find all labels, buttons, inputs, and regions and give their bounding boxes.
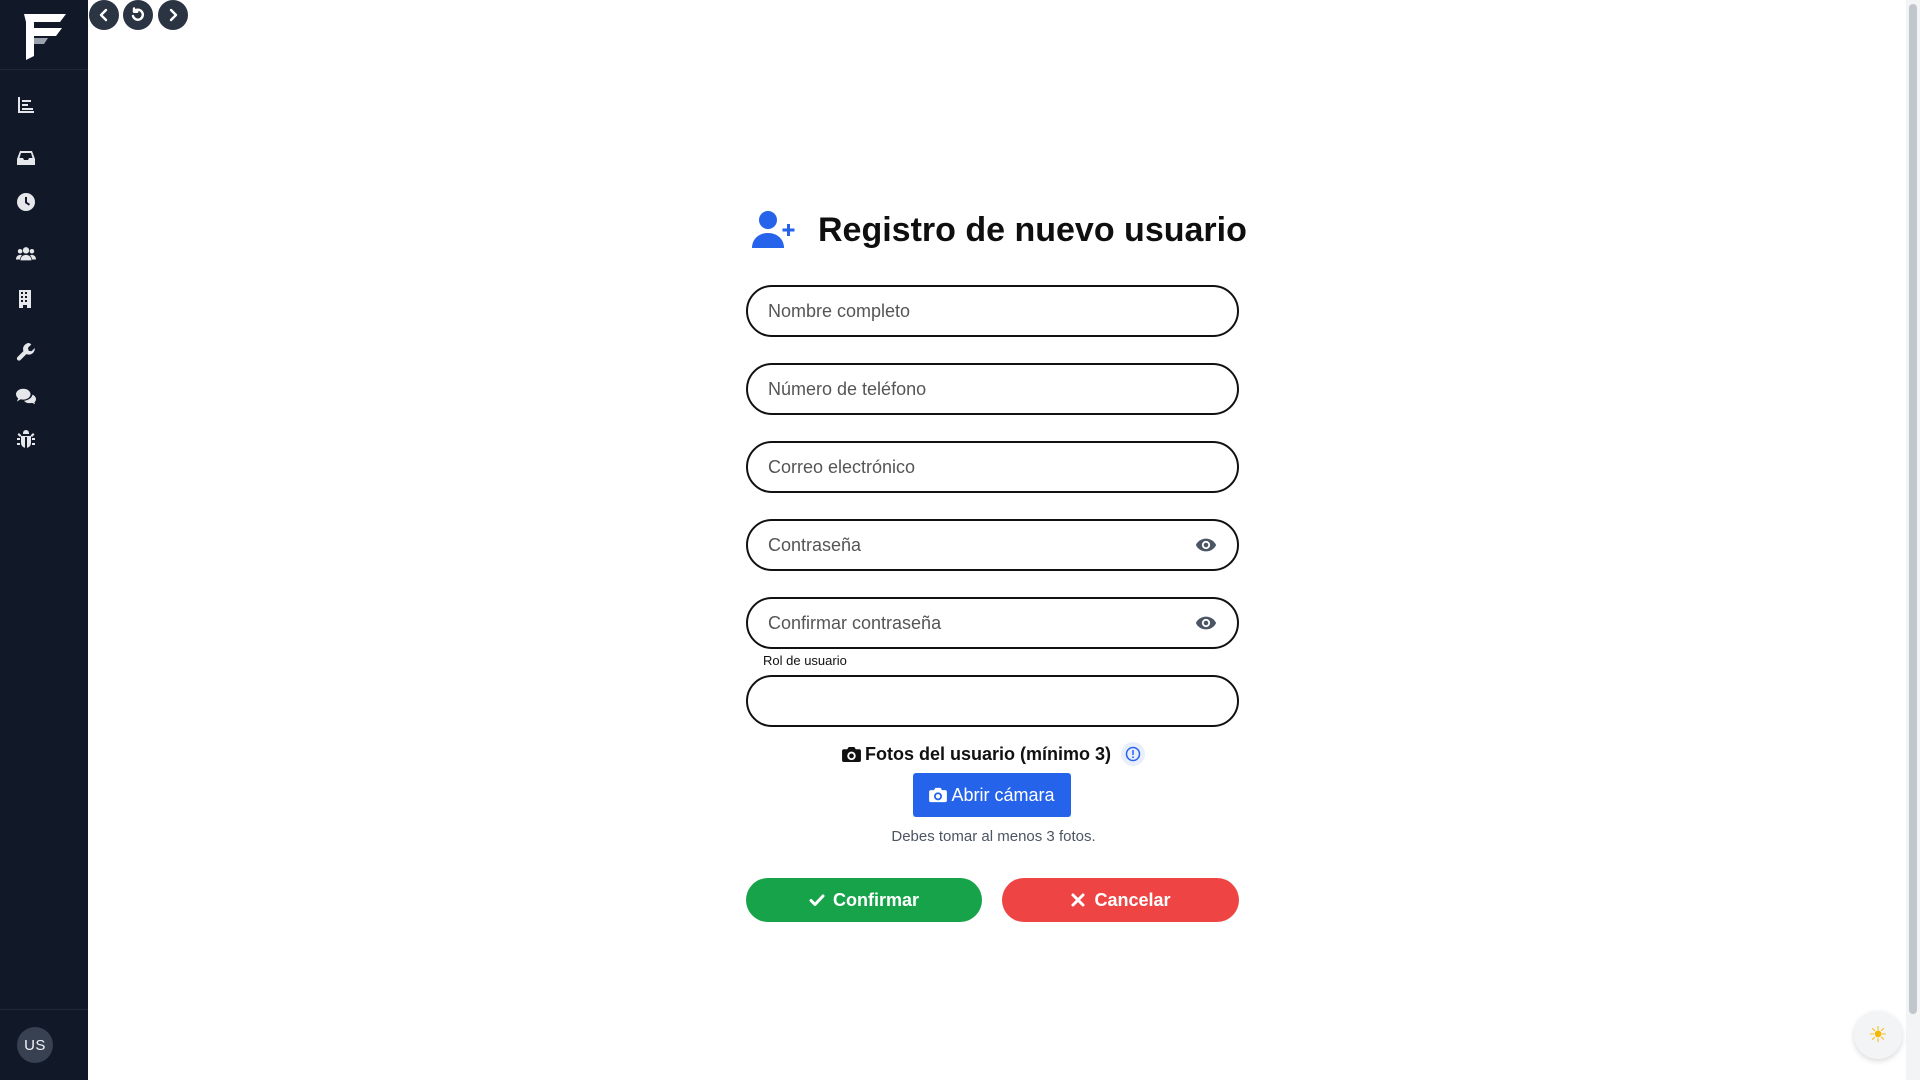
user-plus-icon <box>752 211 795 248</box>
photos-section: Fotos del usuario (mínimo 3) <box>842 742 1146 766</box>
close-icon <box>1071 893 1085 907</box>
sidebar-item-users[interactable] <box>0 236 88 272</box>
photos-hint: Debes tomar al menos 3 fotos. <box>891 828 1096 845</box>
photos-label-text: Fotos del usuario (mínimo 3) <box>865 743 1112 764</box>
email-input[interactable] <box>768 456 1217 478</box>
sidebar-item-messages[interactable] <box>0 378 88 414</box>
refresh-button[interactable] <box>123 0 153 30</box>
building-icon <box>19 290 31 308</box>
sidebar-item-bugs[interactable] <box>0 422 88 458</box>
chevron-left-icon <box>99 8 108 22</box>
wrench-icon <box>16 343 35 361</box>
confirm-password-field[interactable] <box>746 597 1239 649</box>
confirm-password-input[interactable] <box>768 612 1195 634</box>
inbox-icon <box>17 151 35 165</box>
sidebar-item-buildings[interactable] <box>0 281 88 317</box>
eye-icon[interactable] <box>1195 534 1217 556</box>
brand-logo-icon[interactable] <box>18 8 70 64</box>
email-field[interactable] <box>746 441 1239 493</box>
confirm-button[interactable]: Confirmar <box>746 878 982 922</box>
full-name-input[interactable] <box>768 300 1217 322</box>
photos-label: Fotos del usuario (mínimo 3) <box>842 744 1111 765</box>
sidebar-item-history[interactable] <box>0 184 88 220</box>
scrollbar-thumb[interactable] <box>1909 4 1917 1014</box>
open-camera-label: Abrir cámara <box>951 784 1055 805</box>
password-input[interactable] <box>768 534 1195 556</box>
role-label: Rol de usuario <box>763 653 847 668</box>
cancel-button[interactable]: Cancelar <box>1002 878 1239 922</box>
camera-icon <box>842 746 861 762</box>
forward-button[interactable] <box>158 0 188 30</box>
check-icon <box>809 894 825 906</box>
confirm-label: Confirmar <box>832 889 919 910</box>
sidebar: US <box>0 0 88 1080</box>
refresh-icon <box>131 7 145 21</box>
sidebar-item-inbox[interactable] <box>0 140 88 176</box>
page-title: Registro de nuevo usuario <box>818 210 1247 249</box>
chevron-right-icon <box>169 8 178 22</box>
sun-icon: ☀ <box>1868 1022 1888 1047</box>
theme-toggle-button[interactable]: ☀ <box>1854 1011 1902 1059</box>
info-icon <box>1125 746 1141 762</box>
phone-field[interactable] <box>746 363 1239 415</box>
eye-icon[interactable] <box>1195 612 1217 634</box>
info-button[interactable] <box>1121 742 1146 766</box>
role-select[interactable] <box>746 675 1239 727</box>
sidebar-item-tools[interactable] <box>0 334 88 370</box>
users-icon <box>16 247 36 261</box>
full-name-field[interactable] <box>746 285 1239 337</box>
bug-icon <box>17 430 35 448</box>
sidebar-divider <box>0 69 88 70</box>
cancel-label: Cancelar <box>1094 889 1171 910</box>
chart-bar-icon <box>18 97 34 113</box>
back-button[interactable] <box>89 0 119 30</box>
open-camera-button[interactable]: Abrir cámara <box>913 773 1071 817</box>
sidebar-divider <box>0 1009 88 1010</box>
clock-icon <box>17 193 35 211</box>
camera-icon <box>929 787 948 803</box>
comments-icon <box>16 388 36 405</box>
password-field[interactable] <box>746 519 1239 571</box>
sidebar-item-stats[interactable] <box>0 87 88 123</box>
avatar[interactable]: US <box>17 1027 53 1063</box>
page-header: Registro de nuevo usuario <box>752 204 1247 256</box>
phone-input[interactable] <box>768 378 1217 400</box>
